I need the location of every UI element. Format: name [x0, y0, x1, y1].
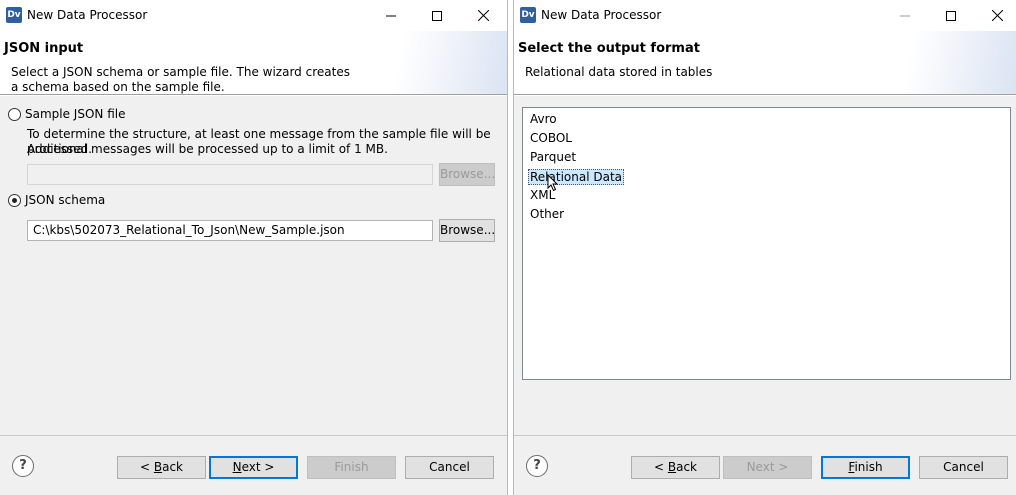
wizard-header: JSON input Select a JSON schema or sampl…	[0, 31, 507, 95]
page-title: JSON input	[4, 41, 84, 56]
wizard-header: Select the output format Relational data…	[514, 31, 1016, 95]
minimize-icon	[900, 15, 910, 16]
json-input-dialog: Dv New Data Processor JSON input Select …	[0, 0, 508, 495]
json-schema-radio[interactable]	[8, 193, 21, 207]
minimize-icon	[386, 15, 396, 16]
back-rest: ack	[676, 460, 697, 474]
page-description: Relational data stored in tables	[525, 65, 713, 79]
output-format-dialog: Dv New Data Processor Select the output …	[513, 0, 1016, 495]
format-item-cobol[interactable]: COBOL	[529, 130, 573, 146]
title-bar: Dv New Data Processor	[514, 0, 1016, 31]
title-bar: Dv New Data Processor	[0, 0, 507, 31]
maximize-icon	[432, 10, 442, 21]
close-icon	[477, 10, 489, 21]
finish-button[interactable]: Finish	[821, 456, 910, 479]
close-icon	[991, 10, 1003, 21]
close-button[interactable]	[460, 0, 506, 31]
finish-rest: inish	[854, 460, 883, 474]
minimize-button[interactable]	[368, 0, 414, 31]
next-rest: ext >	[241, 460, 275, 474]
app-icon: Dv	[6, 7, 22, 23]
back-prefix: <	[653, 460, 668, 474]
back-rest: ack	[162, 460, 183, 474]
mouse-cursor-icon	[547, 174, 559, 192]
minimize-button[interactable]	[882, 0, 928, 31]
back-prefix: <	[139, 460, 154, 474]
back-mnemonic: B	[667, 460, 677, 474]
finish-button[interactable]: Finish	[307, 456, 396, 479]
maximize-button[interactable]	[414, 0, 460, 31]
format-item-parquet[interactable]: Parquet	[529, 149, 577, 165]
back-button[interactable]: < Back	[117, 456, 206, 479]
wizard-body: Avro COBOL Parquet Relational Data XML O…	[514, 96, 1016, 435]
sample-note-line2: Additional messages will be processed up…	[27, 142, 388, 156]
app-icon: Dv	[520, 7, 536, 23]
format-list[interactable]: Avro COBOL Parquet Relational Data XML O…	[522, 107, 1011, 380]
schema-browse-button[interactable]: Browse...	[439, 219, 495, 242]
format-item-relational-data[interactable]: Relational Data	[528, 169, 625, 185]
maximize-button[interactable]	[928, 0, 974, 31]
wizard-footer: ? < Back Next > Finish Cancel	[0, 435, 507, 495]
next-button[interactable]: Next >	[209, 456, 298, 479]
next-mnemonic: N	[232, 460, 242, 474]
window-title: New Data Processor	[541, 8, 662, 22]
sample-json-label: Sample JSON file	[25, 107, 126, 121]
wizard-footer: ? < Back Next > Finish Cancel	[514, 435, 1016, 495]
format-item-other[interactable]: Other	[529, 206, 565, 222]
maximize-icon	[946, 10, 956, 21]
wizard-body: Sample JSON file To determine the struct…	[0, 96, 507, 435]
format-item-avro[interactable]: Avro	[529, 111, 558, 127]
sample-browse-button[interactable]: Browse...	[439, 163, 495, 186]
schema-path-field[interactable]: C:\kbs\502073_Relational_To_Json\New_Sam…	[27, 220, 433, 241]
json-schema-label: JSON schema	[25, 193, 106, 207]
back-mnemonic: B	[153, 460, 163, 474]
sample-json-radio[interactable]	[8, 107, 21, 121]
close-button[interactable]	[974, 0, 1016, 31]
sample-path-field[interactable]	[27, 164, 433, 185]
page-description: Select a JSON schema or sample file. The…	[11, 65, 350, 94]
cancel-button[interactable]: Cancel	[405, 456, 494, 479]
help-icon[interactable]: ?	[12, 455, 34, 477]
next-button[interactable]: Next >	[723, 456, 812, 479]
page-title: Select the output format	[518, 41, 700, 56]
sample-json-option[interactable]: Sample JSON file	[8, 107, 125, 121]
back-button[interactable]: < Back	[631, 456, 720, 479]
window-title: New Data Processor	[27, 8, 148, 22]
json-schema-option[interactable]: JSON schema	[8, 193, 105, 207]
cancel-button[interactable]: Cancel	[919, 456, 1008, 479]
help-icon[interactable]: ?	[526, 455, 548, 477]
